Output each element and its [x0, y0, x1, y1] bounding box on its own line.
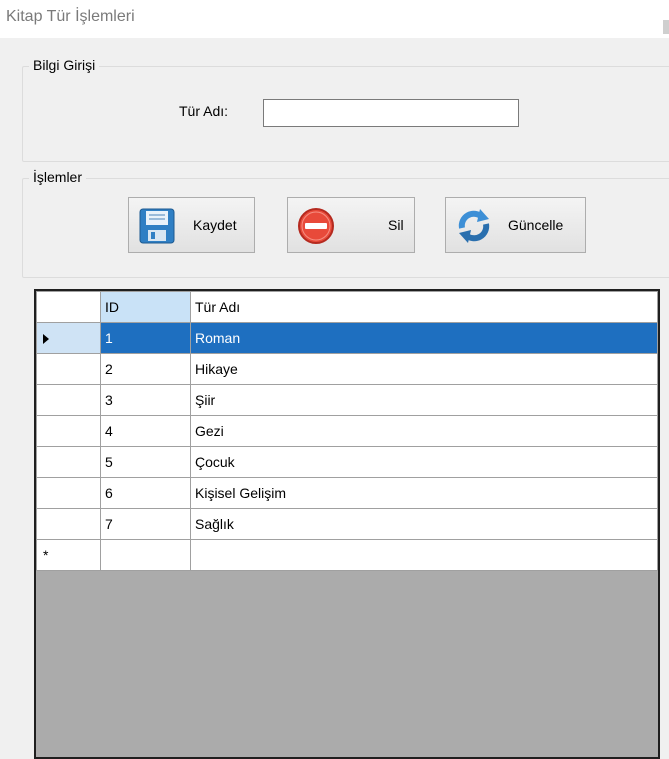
cell-genre-name[interactable]: Şiir	[190, 384, 658, 416]
window-control-edge[interactable]	[663, 20, 669, 34]
cell-genre-name[interactable]: Kişisel Gelişim	[190, 477, 658, 509]
genre-name-label: Tür Adı:	[179, 103, 229, 119]
row-header[interactable]	[36, 384, 101, 416]
table-row[interactable]: 4 Gezi	[36, 415, 658, 447]
row-header-corner[interactable]	[36, 291, 101, 323]
new-row-cell-id[interactable]	[100, 539, 191, 571]
cell-genre-name[interactable]: Çocuk	[190, 446, 658, 478]
table-row[interactable]: 6 Kişisel Gelişim	[36, 477, 658, 509]
row-header[interactable]	[36, 508, 101, 540]
table-row[interactable]: 3 Şiir	[36, 384, 658, 416]
cell-id[interactable]: 7	[100, 508, 191, 540]
row-header[interactable]	[36, 477, 101, 509]
cell-id[interactable]: 3	[100, 384, 191, 416]
delete-stop-icon	[298, 208, 334, 244]
cell-genre-name[interactable]: Roman	[190, 322, 658, 354]
cell-id[interactable]: 6	[100, 477, 191, 509]
row-header[interactable]	[36, 415, 101, 447]
window-title: Kitap Tür İşlemleri	[6, 8, 135, 25]
new-row-asterisk-icon: *	[43, 547, 49, 563]
operations-group-legend: İşlemler	[29, 169, 87, 185]
update-button[interactable]: Güncelle	[445, 197, 586, 253]
new-row[interactable]: *	[36, 539, 658, 571]
save-button[interactable]: Kaydet	[128, 197, 255, 253]
table-row[interactable]: 7 Sağlık	[36, 508, 658, 540]
cell-genre-name[interactable]: Sağlık	[190, 508, 658, 540]
table-row[interactable]: 2 Hikaye	[36, 353, 658, 385]
new-row-cell-genre-name[interactable]	[190, 539, 658, 571]
genre-data-grid[interactable]: ID Tür Adı 1 Roman 2 Hikaye 3 Şiir 4 Gezi 5 Çocuk…	[34, 289, 660, 759]
row-header[interactable]	[36, 446, 101, 478]
row-header[interactable]	[36, 353, 101, 385]
info-groupbox: Bilgi Girişi Tür Adı:	[22, 57, 669, 162]
cell-id[interactable]: 2	[100, 353, 191, 385]
delete-button[interactable]: Sil	[287, 197, 415, 253]
table-row[interactable]: 5 Çocuk	[36, 446, 658, 478]
update-button-label: Güncelle	[508, 217, 564, 233]
cell-id[interactable]: 5	[100, 446, 191, 478]
new-row-header[interactable]: *	[36, 539, 101, 571]
grid-header-row: ID Tür Adı	[36, 291, 658, 323]
floppy-disk-icon	[139, 208, 175, 244]
cell-genre-name[interactable]: Hikaye	[190, 353, 658, 385]
title-bar: Kitap Tür İşlemleri	[0, 0, 669, 38]
column-header-id[interactable]: ID	[100, 291, 191, 323]
info-group-legend: Bilgi Girişi	[29, 57, 100, 73]
delete-button-label: Sil	[388, 217, 404, 233]
table-row[interactable]: 1 Roman	[36, 322, 658, 354]
refresh-arrows-icon	[458, 209, 490, 243]
current-row-arrow-icon	[43, 334, 49, 345]
row-header[interactable]	[36, 322, 101, 354]
genre-name-input[interactable]	[263, 99, 519, 127]
cell-id[interactable]: 4	[100, 415, 191, 447]
cell-id[interactable]: 1	[100, 322, 191, 354]
column-header-genre-name[interactable]: Tür Adı	[190, 291, 658, 323]
save-button-label: Kaydet	[193, 217, 237, 233]
operations-groupbox: İşlemler Kaydet Sil Güncelle	[22, 169, 669, 278]
cell-genre-name[interactable]: Gezi	[190, 415, 658, 447]
